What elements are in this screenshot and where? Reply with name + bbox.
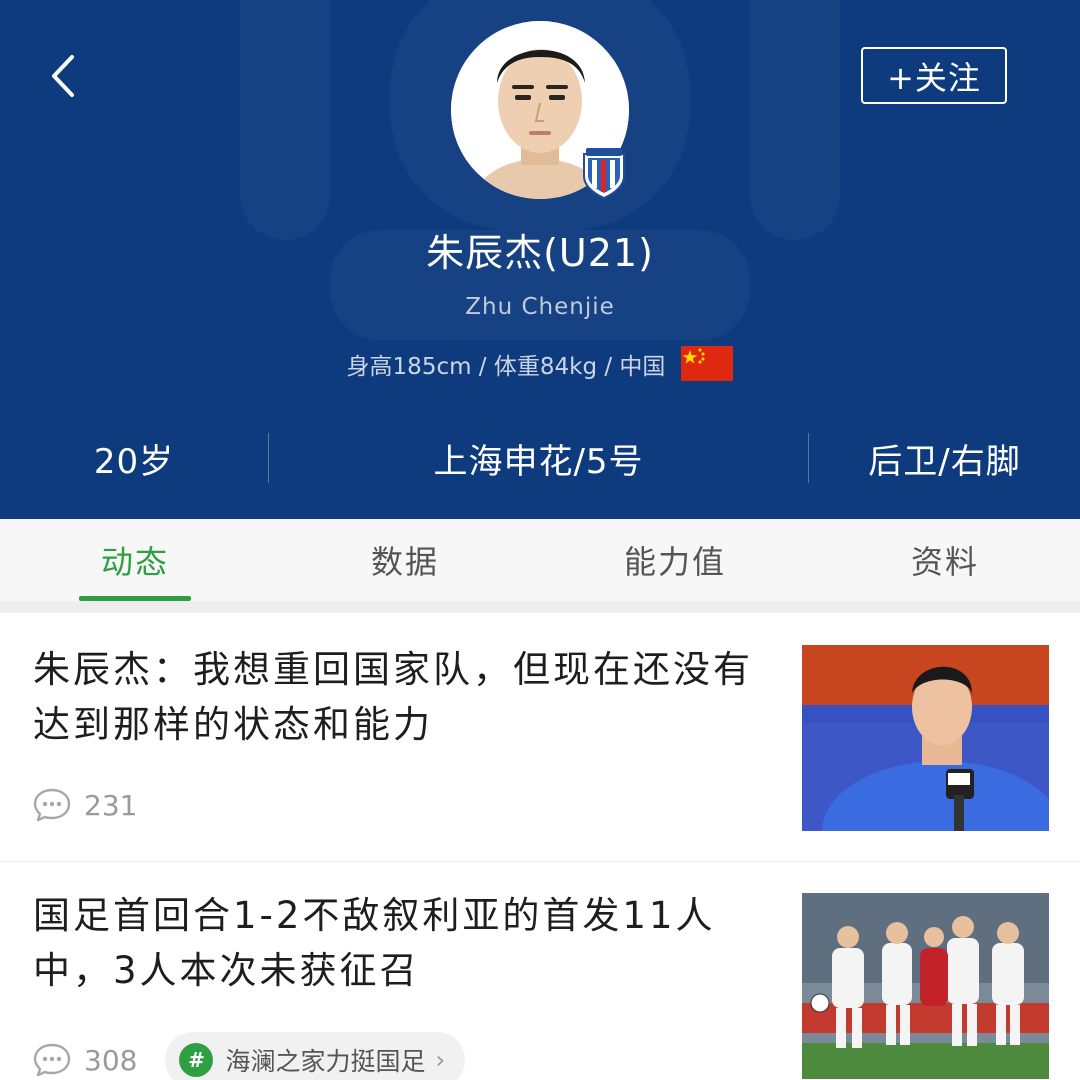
news-title: 国足首回合1-2不敌叙利亚的首发11人中，3人本次未获征召 — [33, 894, 716, 992]
player-header: +关注 朱辰杰(U21) Zhu Chenjie 身高185cm / 体重84k… — [0, 0, 1080, 519]
news-title: 朱辰杰：我想重回国家队，但现在还没有达到那样的状态和能力 — [33, 648, 753, 746]
news-meta: 308 # 海澜之家力挺国足 › — [32, 1032, 466, 1080]
back-button[interactable] — [38, 46, 88, 106]
player-meta-text: 身高185cm / 体重84kg / 中国 — [346, 353, 666, 380]
stat-club-number: 上海申花/5号 — [433, 441, 644, 482]
topic-label: 海澜之家力挺国足 — [225, 1047, 426, 1076]
stat-position-foot: 后卫/右脚 — [868, 441, 1021, 482]
news-item[interactable]: 朱辰杰：我想重回国家队，但现在还没有达到那样的状态和能力 231 — [0, 613, 1080, 861]
player-name: 朱辰杰(U21) — [426, 231, 654, 275]
tabs-divider — [0, 601, 1080, 613]
china-flag-icon — [681, 346, 734, 381]
comment-icon — [33, 1043, 71, 1077]
comment-count: 231 — [84, 788, 138, 822]
comment-count: 308 — [84, 1043, 138, 1077]
news-item[interactable]: 国足首回合1-2不敌叙利亚的首发11人中，3人本次未获征召 308 # 海澜之家… — [0, 862, 1080, 1080]
chevron-left-icon — [52, 55, 74, 97]
follow-button[interactable]: +关注 — [861, 47, 1007, 104]
tab-news[interactable]: 动态 — [0, 519, 270, 601]
player-stats: 20岁 上海申花/5号 后卫/右脚 — [0, 420, 1080, 496]
comment-icon — [33, 788, 71, 822]
chevron-right-icon: › — [435, 1046, 446, 1074]
topic-chip[interactable]: # 海澜之家力挺国足 › — [165, 1032, 466, 1080]
hashtag-icon: # — [179, 1043, 214, 1077]
player-meta: 身高185cm / 体重84kg / 中国 — [0, 346, 1080, 381]
news-thumbnail — [802, 893, 1049, 1079]
tab-profile[interactable]: 资料 — [810, 519, 1080, 601]
news-thumbnail — [802, 645, 1049, 831]
header-bg-decoration — [240, 0, 330, 240]
player-english-name: Zhu Chenjie — [465, 294, 615, 320]
tab-ability[interactable]: 能力值 — [540, 519, 810, 601]
tab-stats[interactable]: 数据 — [270, 519, 540, 601]
header-bg-decoration — [750, 0, 840, 240]
stat-age: 20岁 — [93, 441, 175, 482]
news-meta: 231 — [32, 787, 137, 823]
profile-tabs: 动态 数据 能力值 资料 — [0, 519, 1080, 601]
club-badge-icon — [583, 148, 625, 200]
